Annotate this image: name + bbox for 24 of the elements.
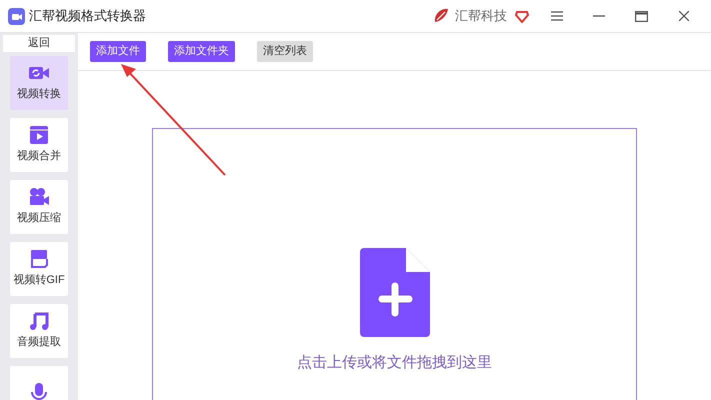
drop-zone[interactable]: 点击上传或将文件拖拽到这里 xyxy=(152,128,637,400)
sidebar-item[interactable]: 视频转换 xyxy=(10,56,68,110)
minimize-icon[interactable] xyxy=(593,15,605,17)
back-button[interactable]: 返回 xyxy=(3,35,75,52)
movie-camera-icon xyxy=(28,186,50,207)
toolbar-button[interactable]: 添加文件 xyxy=(90,41,146,62)
toolbar-button[interactable]: 清空列表 xyxy=(257,41,313,62)
close-icon[interactable] xyxy=(679,11,689,21)
brand-name: 汇帮科技 xyxy=(455,7,507,26)
sidebar-item[interactable]: 音频提取 xyxy=(10,304,68,358)
drop-hint: 点击上传或将文件拖拽到这里 xyxy=(297,353,492,373)
music-note-icon xyxy=(28,310,50,331)
maximize-icon[interactable] xyxy=(635,10,648,22)
menu-icon[interactable] xyxy=(551,11,563,21)
vip-diamond-icon[interactable] xyxy=(515,10,529,22)
film-icon xyxy=(28,124,50,145)
sidebar-item[interactable]: 视频转GIF xyxy=(10,242,68,296)
window-title: 汇帮视频格式转换器 xyxy=(29,7,146,26)
toolbar-button[interactable]: 添加文件夹 xyxy=(168,41,235,62)
app-logo-icon xyxy=(8,8,25,24)
sidebar-item[interactable]: 视频压缩 xyxy=(10,180,68,234)
microphone-icon xyxy=(28,382,50,400)
add-file-icon xyxy=(360,248,430,337)
sidebar-item[interactable]: 视频合并 xyxy=(10,118,68,172)
